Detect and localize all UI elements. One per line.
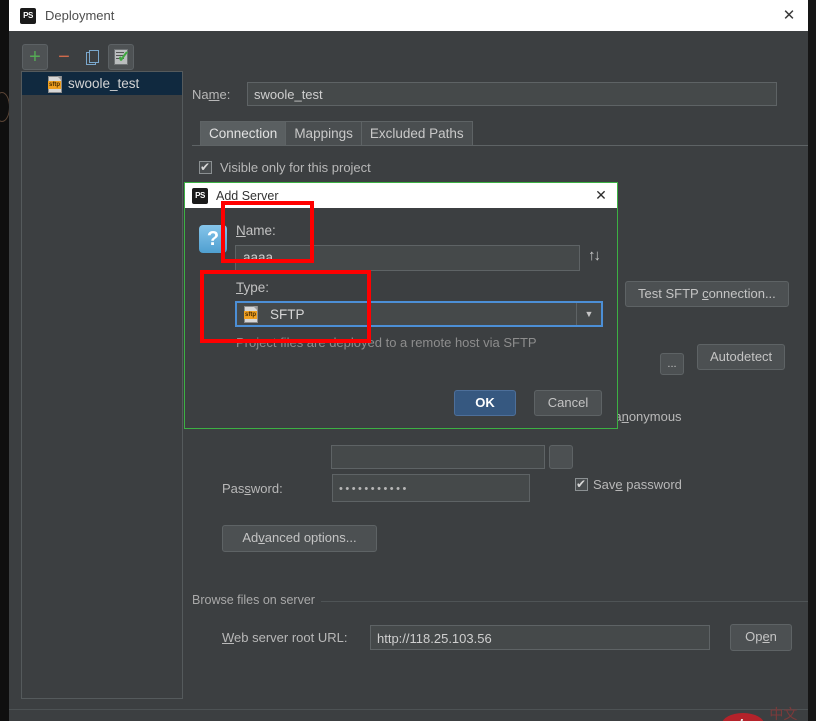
dialog-type-label: Type: [236, 280, 269, 295]
visible-only-checkbox[interactable] [199, 161, 212, 174]
set-default-button[interactable]: ✓ [108, 44, 134, 70]
name-input[interactable]: swoole_test [247, 82, 777, 106]
dialog-name-label: Name: [236, 223, 276, 238]
check-document-icon: ✓ [113, 49, 129, 65]
username-browse-button[interactable] [549, 445, 573, 469]
chevron-down-icon[interactable]: ▼ [576, 303, 601, 325]
dialog-title: Add Server [216, 189, 279, 203]
help-question-icon[interactable]: ? [199, 225, 227, 253]
window-titlebar: PS Deployment ✕ [9, 0, 808, 31]
name-row: Name: swoole_test [192, 82, 777, 106]
web-server-root-url-row: Web server root URL: http://118.25.103.5… [222, 625, 710, 650]
bottom-divider [9, 709, 808, 710]
screen-root: PS Deployment ✕ + − ✓ [0, 0, 816, 721]
autodetect-button[interactable]: Autodetect [697, 344, 785, 370]
save-password-checkbox[interactable] [575, 478, 588, 491]
plus-icon: + [29, 47, 41, 67]
dialog-type-combobox[interactable]: sftp SFTP ▼ [235, 301, 603, 327]
username-input[interactable] [331, 445, 545, 469]
name-label: Name: [192, 87, 239, 102]
close-icon[interactable]: ✕ [780, 7, 798, 25]
dialog-name-input[interactable]: aaaa [235, 245, 580, 271]
tab-excluded-paths[interactable]: Excluded Paths [361, 121, 473, 146]
tab-connection[interactable]: Connection [200, 121, 286, 146]
password-row: Password: ••••••••••• [222, 474, 530, 502]
web-server-root-url-label: Web server root URL: [222, 630, 370, 645]
dialog-ok-button[interactable]: OK [454, 390, 516, 416]
browse-path-button[interactable]: ... [660, 353, 684, 375]
tab-divider [192, 145, 808, 146]
minus-icon: − [58, 47, 70, 67]
password-input[interactable]: ••••••••••• [332, 474, 530, 502]
web-server-root-url-input[interactable]: http://118.25.103.56 [370, 625, 710, 650]
save-password-label: Save password [593, 477, 682, 492]
list-item[interactable]: sftp swoole_test [22, 72, 182, 95]
sftp-icon: sftp [244, 306, 258, 322]
dialog-titlebar: PS Add Server ✕ [185, 183, 617, 208]
visible-only-row[interactable]: Visible only for this project [199, 160, 371, 175]
browse-files-group-label: Browse files on server [192, 593, 321, 607]
watermark-site-text: 中文网 [769, 704, 808, 721]
password-label: Password: [222, 481, 332, 496]
advanced-options-button[interactable]: Advanced options... [222, 525, 377, 552]
phpstorm-icon: PS [20, 8, 36, 24]
dialog-type-value: SFTP [264, 307, 305, 322]
remove-server-button[interactable]: − [52, 45, 76, 69]
window-title: Deployment [45, 8, 114, 23]
close-icon[interactable]: ✕ [593, 187, 609, 203]
tab-mappings[interactable]: Mappings [285, 121, 362, 146]
add-server-button[interactable]: + [22, 44, 48, 70]
sftp-icon: sftp [48, 76, 62, 92]
watermark: php 中文网 [722, 704, 808, 721]
server-name-label: swoole_test [68, 76, 139, 91]
add-server-dialog: PS Add Server ✕ ? Name: aaaa ↑↓ Type: sf… [184, 182, 618, 429]
visible-only-label: Visible only for this project [220, 160, 371, 175]
test-sftp-connection-button[interactable]: Test SFTP connection... [625, 281, 789, 307]
dialog-type-hint: Project files are deployed to a remote h… [236, 335, 537, 350]
dialog-cancel-button[interactable]: Cancel [534, 390, 602, 416]
open-url-button[interactable]: Open [730, 624, 792, 651]
copy-server-button[interactable] [80, 45, 104, 69]
copy-icon [86, 50, 99, 65]
phpstorm-icon: PS [192, 188, 208, 204]
server-list-toolbar: + − ✓ [22, 44, 134, 70]
server-list-panel: sftp swoole_test [21, 71, 183, 699]
php-logo-icon: php [722, 713, 764, 721]
swap-arrows-icon[interactable]: ↑↓ [588, 247, 599, 264]
tab-bar: Connection Mappings Excluded Paths [200, 121, 472, 146]
